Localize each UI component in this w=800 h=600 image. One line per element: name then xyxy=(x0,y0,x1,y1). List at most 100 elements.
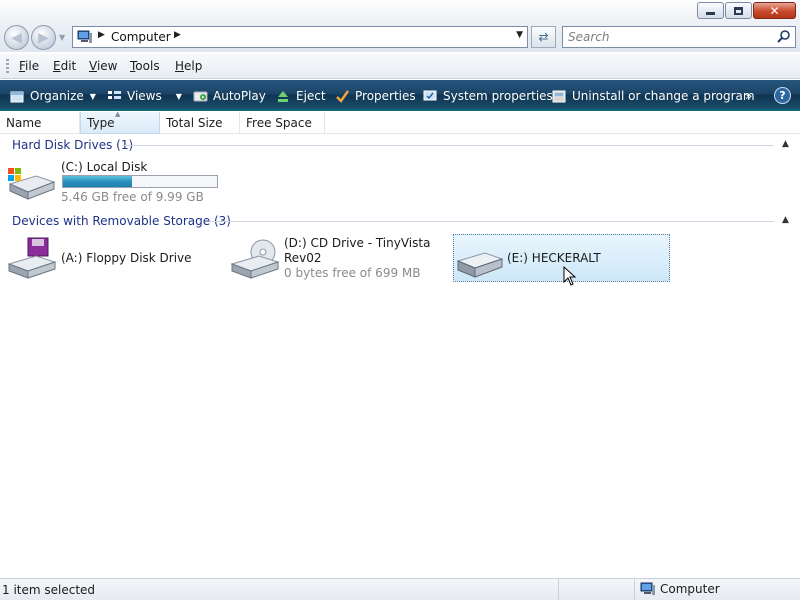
status-selection-count: 1 item selected xyxy=(2,583,96,597)
drive-d-name-line1: (D:) CD Drive - TinyVista xyxy=(284,236,431,250)
address-row: ◀ ▶ ▼ ▶ Computer ▶ ▼ ⇄ Search xyxy=(0,22,800,52)
group-header-hard-disk-drives[interactable]: Hard Disk Drives (1) xyxy=(12,138,133,152)
organize-button[interactable]: Organize ▼ xyxy=(10,87,96,105)
address-dropdown-icon[interactable]: ▼ xyxy=(516,30,523,40)
menu-view-label: iew xyxy=(96,59,118,73)
menu-tools-label: ools xyxy=(135,59,160,73)
menu-edit[interactable]: Edit xyxy=(53,59,76,73)
menu-grip xyxy=(6,59,9,75)
recent-pages-dropdown[interactable]: ▼ xyxy=(59,33,65,42)
removable-drive-icon xyxy=(456,252,504,278)
column-type[interactable]: ▲ Type xyxy=(80,110,160,134)
drive-e-name: (E:) HECKERALT xyxy=(507,251,601,265)
autoplay-icon xyxy=(193,91,208,101)
computer-icon xyxy=(77,30,92,43)
search-input[interactable]: Search xyxy=(562,26,796,48)
uninstall-button[interactable]: Uninstall or change a program xyxy=(552,87,755,105)
menu-bar: File Edit View Tools Help xyxy=(0,54,800,79)
breadcrumb-computer[interactable]: Computer xyxy=(111,30,171,44)
menu-edit-accel: E xyxy=(53,59,61,73)
menu-view-accel: V xyxy=(89,59,97,73)
status-bar: 1 item selected Computer xyxy=(0,578,800,600)
forward-button[interactable]: ▶ xyxy=(31,25,56,50)
status-location-label: Computer xyxy=(660,582,720,596)
back-arrow-icon: ◀ xyxy=(11,29,22,46)
properties-button[interactable]: Properties xyxy=(335,87,416,105)
drive-d-free-space: 0 bytes free of 699 MB xyxy=(284,266,421,280)
system-properties-icon xyxy=(423,90,437,100)
close-icon: ✕ xyxy=(769,3,780,18)
system-properties-label: System properties xyxy=(443,89,553,103)
collapse-group-icon[interactable]: ▲ xyxy=(782,139,789,149)
window-controls: ✕ xyxy=(697,2,796,19)
menu-tools[interactable]: Tools xyxy=(130,59,160,73)
column-header-bar: Name ▲ Type Total Size Free Space xyxy=(0,110,800,134)
help-icon[interactable]: ? xyxy=(774,87,791,104)
uninstall-label: Uninstall or change a program xyxy=(572,89,755,103)
autoplay-label: AutoPlay xyxy=(213,89,266,103)
cd-drive-icon xyxy=(230,239,280,279)
maximize-button[interactable] xyxy=(725,2,752,19)
menu-help-accel: H xyxy=(175,59,185,73)
menu-edit-label: dit xyxy=(60,59,77,73)
status-divider xyxy=(558,579,559,600)
drive-d-cd[interactable]: (D:) CD Drive - TinyVista Rev02 0 bytes … xyxy=(229,236,439,282)
forward-arrow-icon: ▶ xyxy=(38,29,49,46)
close-button[interactable]: ✕ xyxy=(753,2,796,19)
drive-c-free-space: 5.46 GB free of 9.99 GB xyxy=(61,190,204,204)
command-bar: Organize ▼ Views ▼ AutoPlay Eject Proper… xyxy=(0,80,800,111)
breadcrumb-separator-icon[interactable]: ▶ xyxy=(98,30,105,40)
menu-file[interactable]: File xyxy=(19,59,39,73)
hard-drive-icon xyxy=(8,168,56,200)
eject-button[interactable]: Eject xyxy=(276,87,326,105)
group-header-removable-storage[interactable]: Devices with Removable Storage (3) xyxy=(12,214,231,228)
menu-help-label: elp xyxy=(184,59,203,73)
views-dropdown-icon: ▼ xyxy=(175,91,182,101)
refresh-button[interactable]: ⇄ xyxy=(531,26,556,48)
maximize-icon xyxy=(734,6,743,15)
drive-c-capacity-bar xyxy=(62,175,218,188)
minimize-icon xyxy=(706,12,715,15)
drive-a-name: (A:) Floppy Disk Drive xyxy=(61,251,192,265)
address-bar[interactable]: ▶ Computer ▶ ▼ xyxy=(72,26,528,48)
breadcrumb-chevron-icon[interactable]: ▶ xyxy=(174,30,181,40)
checkmark-icon xyxy=(336,89,350,103)
collapse-group-icon[interactable]: ▲ xyxy=(782,215,789,225)
drive-e-heckeralt[interactable]: (E:) HECKERALT xyxy=(453,234,670,282)
organize-label: Organize xyxy=(30,89,84,103)
group-divider xyxy=(122,145,774,146)
floppy-drive-icon xyxy=(7,237,57,279)
group-divider xyxy=(210,221,774,222)
menu-file-label: ile xyxy=(25,59,40,73)
column-free-space[interactable]: Free Space xyxy=(240,112,325,134)
views-label: Views xyxy=(127,89,162,103)
eject-icon xyxy=(278,90,288,102)
drive-c-name: (C:) Local Disk xyxy=(61,160,148,174)
views-icon xyxy=(108,90,121,99)
column-type-label: Type xyxy=(87,116,115,130)
programs-icon xyxy=(552,90,566,102)
menu-view[interactable]: View xyxy=(89,59,117,73)
drive-d-name-line2: Rev02 xyxy=(284,251,322,265)
eject-label: Eject xyxy=(296,89,326,103)
more-commands-button[interactable]: » xyxy=(745,87,752,105)
properties-label: Properties xyxy=(355,89,416,103)
organize-icon xyxy=(10,91,24,102)
views-button[interactable]: Views ▼ xyxy=(107,87,182,105)
more-commands-icon: » xyxy=(745,89,753,103)
refresh-icon: ⇄ xyxy=(538,30,549,44)
sort-ascending-icon: ▲ xyxy=(115,110,121,118)
search-icon[interactable] xyxy=(776,29,791,44)
title-bar: ✕ xyxy=(0,0,800,22)
column-name[interactable]: Name xyxy=(0,112,80,134)
drive-a-floppy[interactable]: (A:) Floppy Disk Drive xyxy=(6,236,216,282)
minimize-button[interactable] xyxy=(697,2,724,19)
menu-help[interactable]: Help xyxy=(175,59,202,73)
organize-dropdown-icon: ▼ xyxy=(89,91,96,101)
search-placeholder: Search xyxy=(568,30,610,44)
status-divider xyxy=(634,579,635,600)
system-properties-button[interactable]: System properties xyxy=(423,87,553,105)
autoplay-button[interactable]: AutoPlay xyxy=(193,87,266,105)
column-total-size[interactable]: Total Size xyxy=(160,112,240,134)
back-button[interactable]: ◀ xyxy=(4,25,29,50)
